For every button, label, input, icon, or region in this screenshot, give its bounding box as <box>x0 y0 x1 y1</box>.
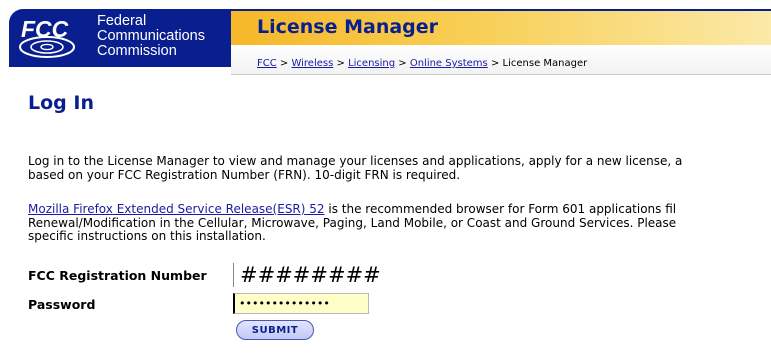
breadcrumb-separator: > <box>276 58 292 69</box>
fcc-logo[interactable]: FCC Federal Communications Commission <box>9 9 231 67</box>
fcc-logo-abbr: FCC <box>21 16 69 42</box>
app-title-bar: License Manager <box>231 9 771 45</box>
page-title: Log In <box>28 92 94 114</box>
password-label: Password <box>28 297 96 312</box>
breadcrumb-separator: > <box>487 58 503 69</box>
intro-line-1: Log in to the License Manager to view an… <box>28 154 683 168</box>
browser-line-2: Renewal/Modification in the Cellular, Mi… <box>28 215 677 230</box>
breadcrumb-link-fcc[interactable]: FCC <box>257 58 277 69</box>
browser-paragraph: Mozilla Firefox Extended Service Release… <box>28 202 771 244</box>
fcc-logo-text: Federal Communications Commission <box>97 14 205 59</box>
fcc-logo-seal-icon: FCC <box>19 16 75 58</box>
logo-line-commission: Commission <box>97 43 177 59</box>
frn-label: FCC Registration Number <box>28 268 207 283</box>
browser-line-1-rest: is the recommended browser for Form 601 … <box>324 202 677 216</box>
browser-line-3: specific instructions on this installati… <box>28 229 266 243</box>
app-title: License Manager <box>257 16 439 38</box>
breadcrumb-link-licensing[interactable]: Licensing <box>348 58 395 69</box>
submit-button[interactable]: SUBMIT <box>236 320 314 340</box>
breadcrumb-link-wireless[interactable]: Wireless <box>291 58 333 69</box>
frn-input[interactable] <box>233 263 413 287</box>
firefox-esr-link[interactable]: Mozilla Firefox Extended Service Release… <box>28 202 325 216</box>
breadcrumb: FCC > Wireless > Licensing > Online Syst… <box>257 58 587 69</box>
breadcrumb-bar: FCC > Wireless > Licensing > Online Syst… <box>231 45 771 75</box>
intro-line-2: based on your FCC Registration Number (F… <box>28 167 461 182</box>
page-header: FCC Federal Communications Commission Li… <box>0 0 771 76</box>
breadcrumb-link-online-systems[interactable]: Online Systems <box>410 58 488 69</box>
logo-line-federal: Federal <box>97 13 147 29</box>
password-input[interactable] <box>233 293 369 314</box>
breadcrumb-separator: > <box>333 58 349 69</box>
intro-paragraph: Log in to the License Manager to view an… <box>28 154 771 182</box>
breadcrumb-separator: > <box>395 58 410 69</box>
breadcrumb-current: License Manager <box>502 58 588 69</box>
logo-line-communications: Communications <box>97 28 205 44</box>
